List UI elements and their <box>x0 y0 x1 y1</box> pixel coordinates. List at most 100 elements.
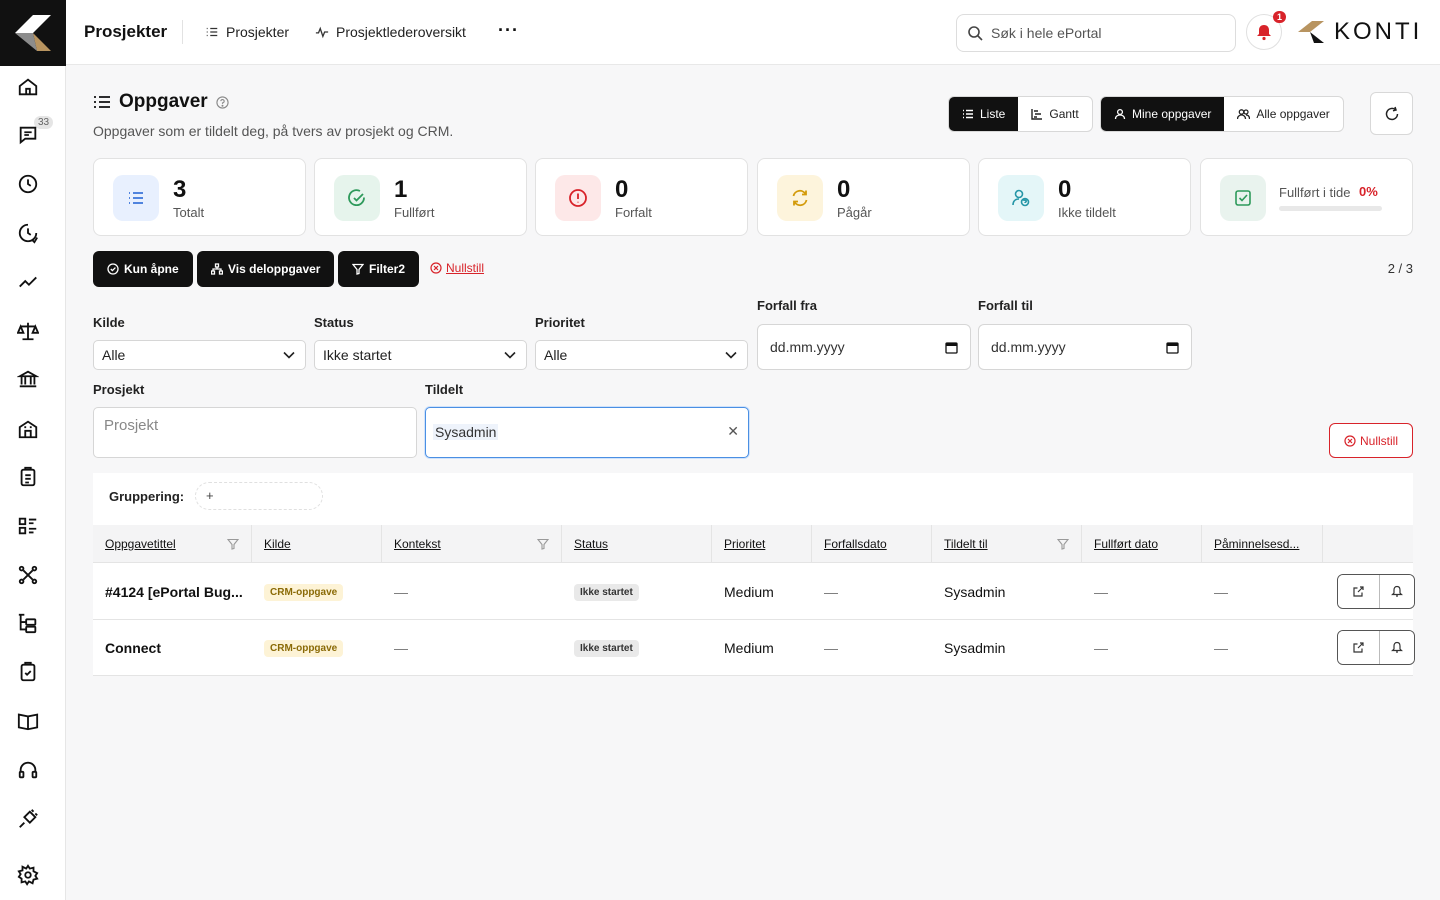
analytics-icon[interactable] <box>17 271 39 293</box>
table-row[interactable]: Connect CRM-oppgave — Ikke startet Mediu… <box>93 620 1415 676</box>
history-icon[interactable] <box>17 222 39 244</box>
task-table: Gruppering: + Oppgavetittel Kilde Kontek… <box>93 473 1415 676</box>
nav-label: Prosjekter <box>226 24 290 40</box>
kilde-label: Kilde <box>93 315 125 330</box>
tildelt-field[interactable]: Sysadmin ✕ <box>425 407 749 458</box>
tildelt-chip[interactable]: Sysadmin <box>433 424 499 440</box>
date-value: dd.mm.yyyy <box>991 339 1066 355</box>
home-icon[interactable] <box>17 76 39 98</box>
column-header[interactable]: Fullført dato <box>1082 525 1202 563</box>
headset-icon[interactable] <box>17 759 39 781</box>
clear-icon[interactable]: ✕ <box>727 423 739 440</box>
source-cell: CRM-oppgave <box>264 564 344 620</box>
refresh-button[interactable] <box>1370 92 1413 135</box>
bank-icon[interactable] <box>17 368 39 390</box>
column-header[interactable]: Oppgavetittel <box>93 525 252 563</box>
grouping-label: Gruppering: <box>109 489 185 504</box>
prosjekt-input[interactable] <box>104 417 394 434</box>
nav-prosjekter[interactable]: Prosjekter <box>205 24 289 40</box>
column-title: Forfallsdato <box>824 537 887 551</box>
search-input[interactable] <box>991 25 1211 41</box>
filter-button[interactable]: Filter2 <box>338 251 420 287</box>
status-select[interactable]: Ikke startet <box>314 340 527 370</box>
table-row[interactable]: #4124 [ePortal Bug... CRM-oppgave — Ikke… <box>93 564 1415 620</box>
reset-link-label: Nullstill <box>446 261 485 275</box>
chevron-down-icon <box>504 351 516 359</box>
view-gantt-button[interactable]: Gantt <box>1018 97 1091 131</box>
kpi-completed[interactable]: 1 Fullført <box>314 158 527 236</box>
status-cell: Ikke startet <box>574 620 639 676</box>
view-gantt-label: Gantt <box>1049 107 1079 121</box>
kpi-in-progress[interactable]: 0 Pågår <box>757 158 970 236</box>
only-open-button[interactable]: Kun åpne <box>93 251 193 287</box>
calendar-icon[interactable] <box>1166 341 1179 354</box>
scale-icon[interactable] <box>17 320 39 342</box>
global-search[interactable] <box>956 14 1236 52</box>
kpi-icon-bg <box>998 175 1044 221</box>
button-label: Kun åpne <box>124 262 179 276</box>
network-icon[interactable] <box>17 564 39 586</box>
chevron-down-icon <box>283 351 295 359</box>
open-task-button[interactable] <box>1338 631 1379 664</box>
column-header[interactable]: Kilde <box>252 525 382 563</box>
list-details-icon[interactable] <box>17 515 39 537</box>
filter-icon[interactable] <box>537 538 549 550</box>
kpi-overdue[interactable]: 0 Forfalt <box>535 158 748 236</box>
select-value: Alle <box>544 347 568 363</box>
help-icon[interactable] <box>216 95 229 109</box>
column-header[interactable]: Kontekst <box>382 525 562 563</box>
pager-indicator: 2 / 3 <box>1387 261 1413 276</box>
plug-icon[interactable] <box>17 808 39 830</box>
all-tasks-button[interactable]: Alle oppgaver <box>1224 97 1342 131</box>
add-grouping-button[interactable]: + <box>195 482 323 510</box>
forfall-fra-input[interactable]: dd.mm.yyyy <box>757 324 971 370</box>
filter-icon[interactable] <box>227 538 239 550</box>
task-title[interactable]: Connect <box>105 620 245 676</box>
calendar-icon[interactable] <box>945 341 958 354</box>
settings-icon[interactable] <box>17 864 39 886</box>
refresh-icon <box>1385 106 1398 120</box>
view-list-label: Liste <box>980 107 1006 121</box>
kpi-unassigned[interactable]: 0 Ikke tildelt <box>978 158 1191 236</box>
divider <box>182 20 183 44</box>
reset-filters-link[interactable]: Nullstill <box>430 261 484 275</box>
prosjekt-field[interactable] <box>93 407 417 458</box>
button-label: Vis deloppgaver <box>228 262 321 276</box>
notifications-button[interactable]: 1 <box>1246 11 1286 50</box>
kpi-total[interactable]: 3 Totalt <box>93 158 306 236</box>
building-icon[interactable] <box>17 418 39 440</box>
forfall-til-input[interactable]: dd.mm.yyyy <box>978 324 1192 370</box>
task-title[interactable]: #4124 [ePortal Bug... <box>105 564 245 620</box>
chat-icon[interactable] <box>17 124 39 146</box>
app-logo[interactable] <box>0 0 66 66</box>
reset-button-label: Nullstill <box>1359 433 1398 448</box>
nav-prosjektlederoversikt[interactable]: Prosjektlederoversikt <box>315 24 466 40</box>
clipboard-list-icon[interactable] <box>17 466 39 488</box>
assignee-cell: Sysadmin <box>944 584 1006 600</box>
reminder-button[interactable] <box>1379 631 1414 664</box>
more-menu-button[interactable]: ··· <box>498 20 519 41</box>
hierarchy-icon[interactable] <box>17 612 39 634</box>
column-header[interactable]: Forfallsdato <box>812 525 932 563</box>
column-header[interactable]: Påminnelsesd... <box>1202 525 1323 563</box>
x-circle-icon <box>1344 434 1356 447</box>
open-task-button[interactable] <box>1338 575 1379 608</box>
filter-icon[interactable] <box>1057 538 1069 550</box>
kpi-on-time[interactable]: Fullført i tide 0% <box>1200 158 1413 236</box>
clipboard-check-icon[interactable] <box>17 661 39 683</box>
column-header[interactable]: Tildelt til <box>932 525 1082 563</box>
reminder-button[interactable] <box>1379 575 1414 608</box>
my-tasks-button[interactable]: Mine oppgaver <box>1101 97 1225 131</box>
list-icon <box>94 96 110 108</box>
kpi-value: 0 <box>615 176 629 203</box>
reset-button[interactable]: Nullstill <box>1329 423 1413 458</box>
kilde-select[interactable]: Alle <box>93 340 306 370</box>
view-list-button[interactable]: Liste <box>949 97 1019 131</box>
prioritet-select[interactable]: Alle <box>535 340 748 370</box>
column-header[interactable]: Prioritet <box>712 525 812 563</box>
column-title: Tildelt til <box>944 537 988 551</box>
column-header[interactable]: Status <box>562 525 712 563</box>
show-subtasks-button[interactable]: Vis deloppgaver <box>197 251 335 287</box>
book-icon[interactable] <box>17 710 39 732</box>
clock-icon[interactable] <box>17 173 39 195</box>
